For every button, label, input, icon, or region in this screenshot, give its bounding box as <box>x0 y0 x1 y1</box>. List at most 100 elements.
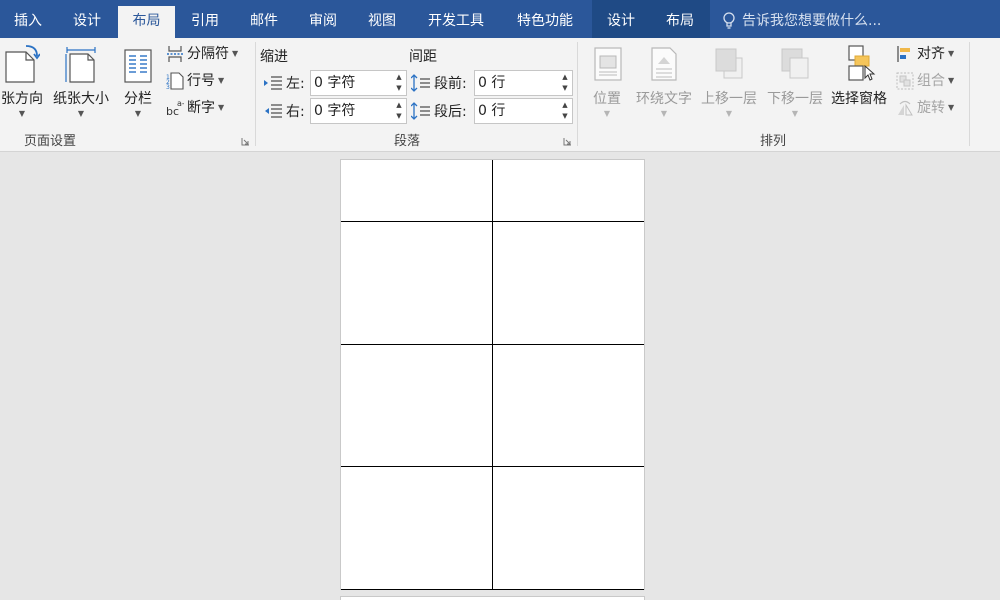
chevron-down-icon: ▼ <box>948 49 954 58</box>
indent-right-icon <box>263 102 283 120</box>
table-cell[interactable] <box>341 160 493 221</box>
line-numbers-button[interactable]: 1 2 3 行号▼ <box>166 70 224 92</box>
align-label: 对齐 <box>917 46 945 62</box>
ribbon-layout-panel: 张方向 ▼ 纸张大小 ▼ 分栏 ▼ <box>0 38 1000 152</box>
tab-table-design[interactable]: 设计 <box>592 0 650 38</box>
group-divider <box>577 42 578 146</box>
hyphenation-button[interactable]: bc a- 断字▼ <box>166 97 224 119</box>
spacing-before-input[interactable]: 0 行 ▲▼ <box>474 70 573 96</box>
tab-insert[interactable]: 插入 <box>0 0 56 38</box>
indent-right-row: 右: 0 字符 ▲▼ <box>263 98 408 124</box>
hyphenation-icon: bc a- <box>166 99 184 117</box>
tab-mailings[interactable]: 邮件 <box>235 0 293 38</box>
indent-left-label: 左: <box>286 73 305 93</box>
table-cell[interactable] <box>341 221 493 344</box>
dialog-launcher-icon[interactable] <box>241 137 250 146</box>
spacing-after-value: 0 行 <box>478 103 505 119</box>
table-cell[interactable] <box>493 160 645 221</box>
chevron-down-icon: ▼ <box>948 103 954 112</box>
send-backward-icon <box>777 44 813 84</box>
spacing-after-label: 段后: <box>434 101 467 121</box>
table-row <box>341 344 644 467</box>
breaks-button[interactable]: 分隔符▼ <box>166 43 238 65</box>
indent-left-input[interactable]: 0 字符 ▲▼ <box>310 70 407 96</box>
bring-forward-label: 上移一层 <box>698 88 760 108</box>
document-page[interactable] <box>340 159 645 590</box>
columns-button[interactable]: 分栏 ▼ <box>118 44 158 118</box>
tell-me-search[interactable]: 告诉我您想要做什么... <box>722 0 881 38</box>
indent-left-row: 左: 0 字符 ▲▼ <box>263 70 408 96</box>
chevron-down-icon: ▼ <box>0 110 48 118</box>
orientation-label: 张方向 <box>0 88 48 108</box>
tab-review[interactable]: 审阅 <box>295 0 351 38</box>
indent-left-value: 0 字符 <box>314 75 355 91</box>
lightbulb-icon <box>722 12 736 30</box>
wrap-text-button[interactable]: 环绕文字 ▼ <box>633 44 695 118</box>
paper-size-button[interactable]: 纸张大小 ▼ <box>50 44 112 118</box>
tab-table-layout[interactable]: 布局 <box>651 0 709 38</box>
breaks-label: 分隔符 <box>187 46 229 62</box>
table-cell[interactable] <box>493 344 645 467</box>
selection-pane-icon <box>841 44 877 84</box>
spinner-arrows-icon[interactable]: ▲▼ <box>394 100 404 122</box>
wrap-text-icon <box>646 44 682 84</box>
tab-developer[interactable]: 开发工具 <box>413 0 499 38</box>
line-numbers-icon: 1 2 3 <box>166 72 184 90</box>
chevron-down-icon: ▼ <box>218 103 224 112</box>
indent-heading: 缩进 <box>260 46 288 66</box>
dialog-launcher-icon[interactable] <box>563 137 572 146</box>
next-page-edge <box>340 596 645 600</box>
table-cell[interactable] <box>493 221 645 344</box>
tab-design[interactable]: 设计 <box>58 0 116 38</box>
page-setup-group-label: 页面设置 <box>0 130 100 149</box>
line-numbers-label: 行号 <box>187 73 215 89</box>
position-button[interactable]: 位置 ▼ <box>586 44 628 118</box>
group-objects-label: 组合 <box>917 73 945 89</box>
chevron-down-icon: ▼ <box>698 110 760 118</box>
bring-forward-button[interactable]: 上移一层 ▼ <box>698 44 760 118</box>
position-icon <box>589 44 625 84</box>
spacing-before-row: 段前: 0 行 ▲▼ <box>411 70 573 96</box>
ribbon-tab-bar: 插入 设计 布局 引用 邮件 审阅 视图 开发工具 特色功能 设计 布局 告诉我… <box>0 0 1000 38</box>
spacing-after-row: 段后: 0 行 ▲▼ <box>411 98 573 124</box>
page-break-icon <box>166 45 184 63</box>
spacing-before-label: 段前: <box>434 73 467 93</box>
chevron-down-icon: ▼ <box>232 49 238 58</box>
table-cell[interactable] <box>341 344 493 467</box>
group-divider <box>255 42 256 146</box>
tab-special[interactable]: 特色功能 <box>501 0 589 38</box>
align-button[interactable]: 对齐▼ <box>896 43 954 65</box>
tab-references[interactable]: 引用 <box>177 0 233 38</box>
spinner-arrows-icon[interactable]: ▲▼ <box>560 72 570 94</box>
spinner-arrows-icon[interactable]: ▲▼ <box>560 100 570 122</box>
chevron-down-icon: ▼ <box>948 76 954 85</box>
svg-text:a-: a- <box>177 99 184 108</box>
label-table[interactable] <box>341 160 644 590</box>
wrap-text-label: 环绕文字 <box>633 88 695 108</box>
rotate-label: 旋转 <box>917 100 945 116</box>
table-cell[interactable] <box>493 467 645 590</box>
spinner-arrows-icon[interactable]: ▲▼ <box>394 72 404 94</box>
chevron-down-icon: ▼ <box>50 110 112 118</box>
svg-text:3: 3 <box>166 84 170 90</box>
spacing-heading: 间距 <box>409 46 437 66</box>
chevron-down-icon: ▼ <box>764 110 826 118</box>
hyphenation-label: 断字 <box>187 100 215 116</box>
orientation-button[interactable]: 张方向 ▼ <box>0 44 48 118</box>
spacing-after-input[interactable]: 0 行 ▲▼ <box>474 98 573 124</box>
spacing-before-icon <box>411 74 431 92</box>
paper-size-icon <box>63 44 99 84</box>
send-backward-button[interactable]: 下移一层 ▼ <box>764 44 826 118</box>
indent-right-input[interactable]: 0 字符 ▲▼ <box>310 98 407 124</box>
rotate-button[interactable]: 旋转▼ <box>896 97 954 119</box>
chevron-down-icon: ▼ <box>586 110 628 118</box>
selection-pane-button[interactable]: 选择窗格 <box>828 44 890 108</box>
group-objects-button[interactable]: 组合▼ <box>896 70 954 92</box>
group-divider <box>969 42 970 146</box>
table-cell[interactable] <box>341 467 493 590</box>
tab-view[interactable]: 视图 <box>353 0 411 38</box>
tab-layout[interactable]: 布局 <box>118 6 175 38</box>
table-row <box>341 221 644 344</box>
indent-right-label: 右: <box>286 101 305 121</box>
send-backward-label: 下移一层 <box>764 88 826 108</box>
